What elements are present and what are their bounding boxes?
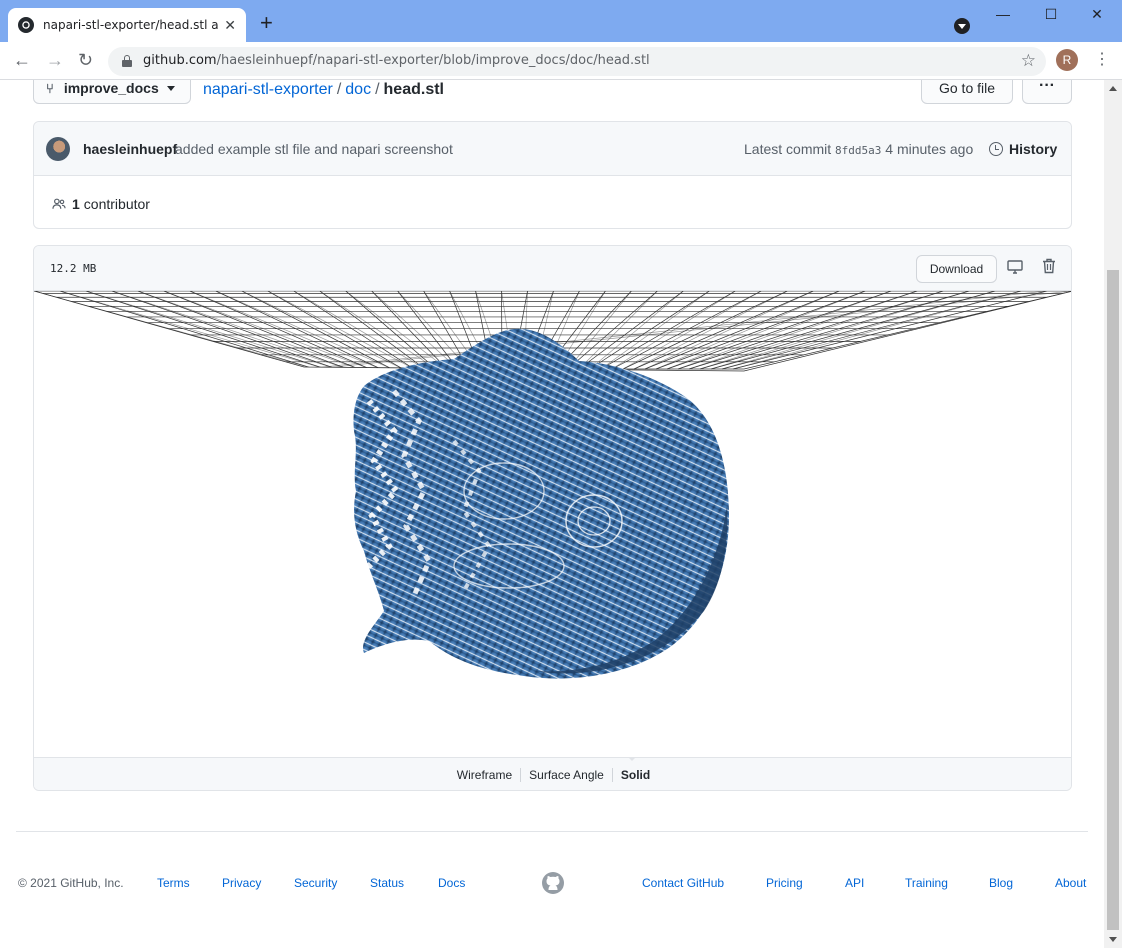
breadcrumb-dir-link[interactable]: doc <box>345 81 371 98</box>
commit-sha-link[interactable]: 8fdd5a3 <box>835 144 881 157</box>
commit-message-link[interactable]: added example stl file and napari screen… <box>175 141 453 157</box>
head-model <box>353 328 729 679</box>
people-icon <box>52 198 66 209</box>
breadcrumb: napari-stl-exporter / doc / head.stl <box>203 81 444 98</box>
commit-author-link[interactable]: haesleinhuepf <box>83 141 177 157</box>
breadcrumb-repo-link[interactable]: napari-stl-exporter <box>203 81 333 98</box>
stl-render <box>34 290 1071 679</box>
footer-link-about[interactable]: About <box>1055 876 1086 890</box>
download-button[interactable]: Download <box>916 255 997 283</box>
mode-surface-angle-button[interactable]: Surface Angle <box>521 768 613 782</box>
history-icon <box>989 142 1003 156</box>
contributors-link[interactable]: 1 contributor <box>51 196 150 212</box>
file-size: 12.2 MB <box>50 262 97 275</box>
branch-selector-button[interactable]: ⑂ improve_docs <box>33 80 191 104</box>
more-options-button[interactable]: ··· <box>1022 80 1072 104</box>
latest-commit-info: Latest commit 8fdd5a3 4 minutes ago <box>744 141 974 157</box>
render-mode-bar: Wireframe Surface Angle Solid <box>34 757 1071 790</box>
maximize-icon[interactable]: ☐ <box>1028 6 1074 23</box>
github-favicon-icon <box>18 17 34 33</box>
breadcrumb-file: head.stl <box>383 81 444 98</box>
url-text: github.com/haesleinhuepf/napari-stl-expo… <box>143 53 650 68</box>
page-scrollbar[interactable] <box>1104 80 1122 948</box>
footer-link-api[interactable]: API <box>845 876 864 890</box>
footer-link-blog[interactable]: Blog <box>989 876 1013 890</box>
commit-box: haesleinhuepf added example stl file and… <box>33 121 1072 229</box>
history-link[interactable]: History <box>989 141 1057 157</box>
scrollbar-thumb[interactable] <box>1107 270 1119 930</box>
file-header: 12.2 MB Download <box>34 246 1071 291</box>
footer-divider <box>16 831 1088 832</box>
tab-title: napari-stl-exporter/head.stl at im <box>43 18 219 32</box>
bookmark-star-icon[interactable]: ☆ <box>1021 51 1036 71</box>
scroll-up-icon[interactable] <box>1109 86 1117 91</box>
file-viewer: 12.2 MB Download Wireframe Surface Angle… <box>33 245 1072 791</box>
minimize-icon[interactable]: — <box>980 6 1026 22</box>
footer-link-status[interactable]: Status <box>370 876 404 890</box>
browser-tabstrip: napari-stl-exporter/head.stl at im ✕ + —… <box>0 0 1122 42</box>
author-avatar[interactable] <box>46 137 70 161</box>
profile-avatar[interactable]: R <box>1056 49 1078 71</box>
git-branch-icon: ⑂ <box>46 80 54 96</box>
desktop-icon[interactable] <box>1007 259 1023 275</box>
mode-wireframe-button[interactable]: Wireframe <box>448 768 522 782</box>
footer-link-contact[interactable]: Contact GitHub <box>642 876 724 890</box>
back-icon[interactable]: ← <box>13 50 31 70</box>
browser-menu-icon[interactable]: ⋮ <box>1094 50 1110 70</box>
lock-icon <box>122 55 132 67</box>
tab-close-icon[interactable]: ✕ <box>224 17 236 34</box>
address-bar[interactable]: github.com/haesleinhuepf/napari-stl-expo… <box>108 47 1046 76</box>
footer-copyright: © 2021 GitHub, Inc. <box>18 876 124 890</box>
footer-link-terms[interactable]: Terms <box>157 876 190 890</box>
stl-3d-viewer[interactable] <box>34 290 1071 757</box>
branch-name: improve_docs <box>63 80 159 96</box>
footer-link-security[interactable]: Security <box>294 876 337 890</box>
scroll-down-icon[interactable] <box>1109 937 1117 942</box>
reload-icon[interactable]: ↻ <box>78 50 93 70</box>
tab-search-icon[interactable] <box>954 18 970 34</box>
page-viewport: ⑂ improve_docs napari-stl-exporter / doc / h… <box>0 80 1104 948</box>
footer-link-pricing[interactable]: Pricing <box>766 876 803 890</box>
browser-toolbar: ← → ↻ github.com/haesleinhuepf/napari-st… <box>0 42 1122 80</box>
footer-link-training[interactable]: Training <box>905 876 948 890</box>
latest-commit-header: haesleinhuepf added example stl file and… <box>34 122 1071 176</box>
forward-icon[interactable]: → <box>46 50 64 70</box>
mode-solid-button[interactable]: Solid <box>613 768 658 782</box>
new-tab-icon[interactable]: + <box>260 12 273 34</box>
footer-link-docs[interactable]: Docs <box>438 876 465 890</box>
window-close-icon[interactable]: ✕ <box>1074 6 1120 23</box>
chevron-down-icon <box>166 85 175 91</box>
footer-link-privacy[interactable]: Privacy <box>222 876 261 890</box>
trash-icon[interactable] <box>1042 258 1056 274</box>
browser-tab[interactable]: napari-stl-exporter/head.stl at im ✕ <box>8 8 246 42</box>
github-logo-icon[interactable] <box>541 871 565 895</box>
go-to-file-button[interactable]: Go to file <box>921 80 1013 104</box>
